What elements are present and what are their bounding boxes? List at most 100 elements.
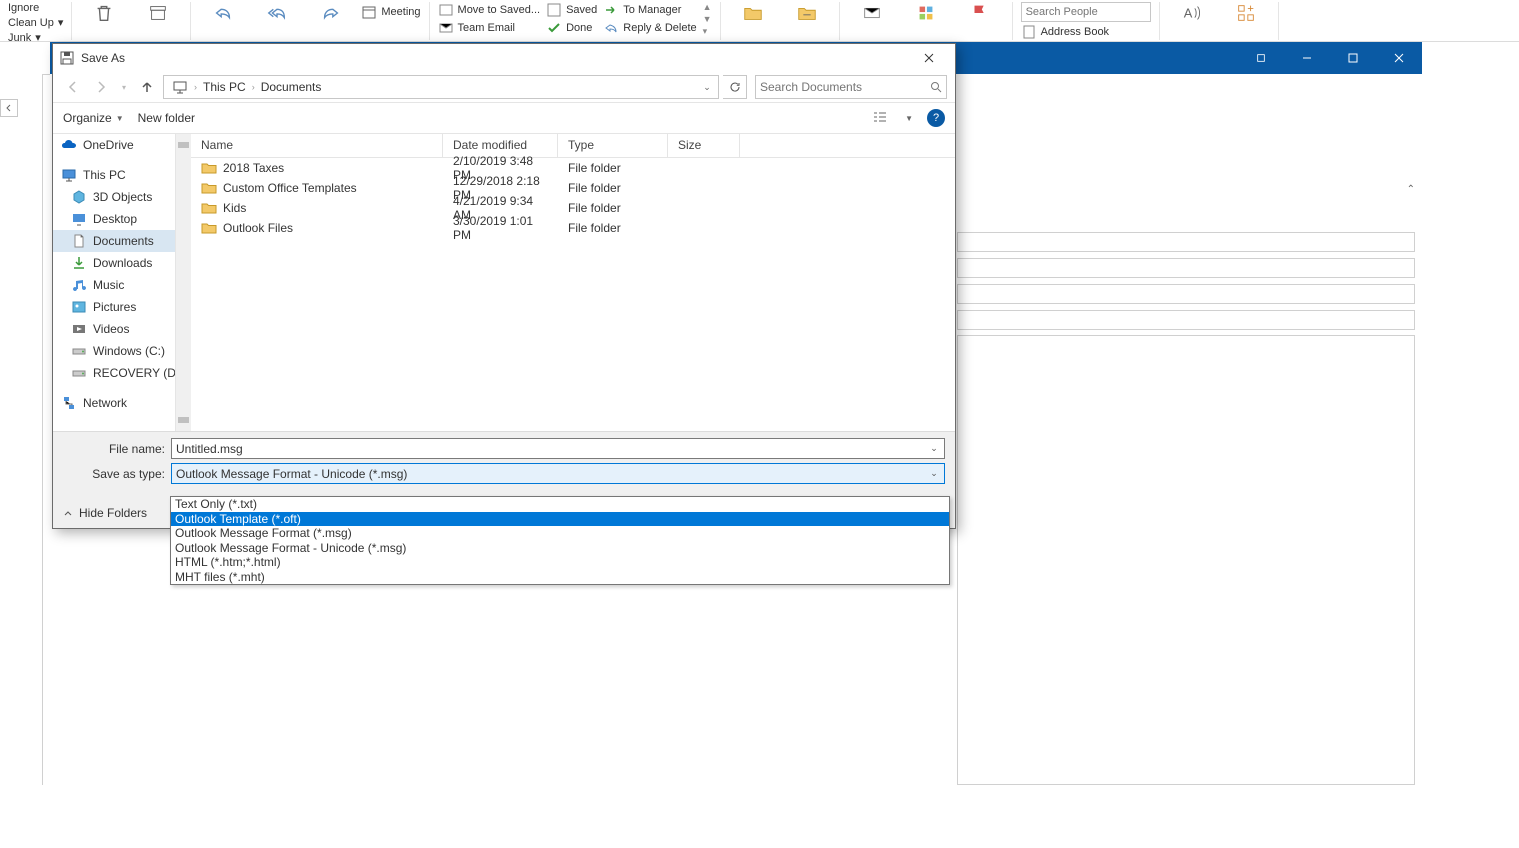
save-type-select[interactable]: Outlook Message Format - Unicode (*.msg)… xyxy=(171,463,945,484)
column-name[interactable]: Name xyxy=(191,134,443,157)
reply-del-icon xyxy=(603,20,619,36)
envelope-icon xyxy=(861,2,883,24)
music-icon xyxy=(71,277,87,293)
compose-bcc-field[interactable] xyxy=(957,284,1415,304)
quick-saved[interactable]: Saved xyxy=(546,2,597,18)
type-option[interactable]: Outlook Message Format (*.msg) xyxy=(171,526,949,541)
compose-subject-field[interactable] xyxy=(957,310,1415,330)
move-big[interactable] xyxy=(729,2,777,24)
breadcrumb[interactable]: › This PC › Documents ⌄ xyxy=(163,75,719,99)
nav-documents[interactable]: Documents xyxy=(53,230,191,252)
addin-big[interactable] xyxy=(1222,2,1270,24)
meeting-button[interactable]: Meeting xyxy=(361,4,420,20)
team-email[interactable]: Team Email xyxy=(438,20,541,36)
collapse-chevron-icon[interactable]: ⌃ xyxy=(1407,184,1415,195)
quick-done[interactable]: Done xyxy=(546,20,597,36)
breadcrumb-documents[interactable]: Documents xyxy=(255,80,328,94)
nav-back-button[interactable] xyxy=(61,75,85,99)
organize-button[interactable]: Organize ▼ xyxy=(63,111,124,125)
save-as-dialog: Save As ▾ › This PC › Documents ⌄ Organi… xyxy=(52,43,956,529)
move-to-saved[interactable]: Move to Saved... xyxy=(438,2,541,18)
breadcrumb-dropdown[interactable]: ⌄ xyxy=(698,82,716,93)
unread-big[interactable] xyxy=(848,2,896,24)
refresh-icon xyxy=(729,81,741,93)
chevron-down-icon: ▾ xyxy=(122,83,126,92)
navpane-scrollbar[interactable] xyxy=(175,134,191,431)
chevron-down-icon[interactable]: ⌄ xyxy=(926,441,942,456)
window-minimize-button[interactable] xyxy=(1284,42,1330,74)
file-name-input[interactable]: Untitled.msg⌄ xyxy=(171,438,945,459)
breadcrumb-this-pc[interactable]: This PC xyxy=(197,80,252,94)
window-close-button[interactable] xyxy=(1376,42,1422,74)
nav-videos[interactable]: Videos xyxy=(53,318,191,340)
type-option[interactable]: HTML (*.htm;*.html) xyxy=(171,555,949,570)
nav-onedrive[interactable]: OneDrive xyxy=(53,134,191,156)
search-people-input[interactable] xyxy=(1021,2,1151,22)
archive-button[interactable] xyxy=(134,2,182,24)
flag-big[interactable] xyxy=(956,2,1004,24)
compose-body-area[interactable] xyxy=(957,335,1415,785)
nav-recovery-d[interactable]: RECOVERY (D:) xyxy=(53,362,191,384)
type-option[interactable]: MHT files (*.mht) xyxy=(171,570,949,585)
nav-this-pc[interactable]: This PC xyxy=(53,164,191,186)
nav-music[interactable]: Music xyxy=(53,274,191,296)
desktop-icon xyxy=(71,211,87,227)
arrow-left-icon xyxy=(66,80,80,94)
help-button[interactable]: ? xyxy=(927,109,945,127)
search-input[interactable] xyxy=(760,80,930,94)
rules-big[interactable] xyxy=(783,2,831,24)
view-dropdown[interactable]: ▼ xyxy=(905,114,913,123)
dialog-close-button[interactable] xyxy=(907,44,951,72)
nav-downloads[interactable]: Downloads xyxy=(53,252,191,274)
type-option[interactable]: Outlook Message Format - Unicode (*.msg) xyxy=(171,541,949,556)
pc-icon xyxy=(172,79,188,95)
reply-all-icon xyxy=(266,2,288,24)
compose-to-field[interactable] xyxy=(957,232,1415,252)
column-type[interactable]: Type xyxy=(558,134,668,157)
table-row[interactable]: 2018 Taxes 2/10/2019 3:48 PM File folder xyxy=(191,158,955,178)
nav-pictures[interactable]: Pictures xyxy=(53,296,191,318)
search-icon xyxy=(930,81,942,93)
ribbon-ignore[interactable]: Ignore xyxy=(8,2,63,14)
search-box[interactable] xyxy=(755,75,947,99)
new-folder-button[interactable]: New folder xyxy=(138,111,195,125)
chevron-down-icon[interactable]: ⌄ xyxy=(926,466,942,481)
type-option[interactable]: Text Only (*.txt) xyxy=(171,497,949,512)
calendar-icon xyxy=(361,4,377,20)
left-panel-toggle[interactable] xyxy=(0,99,18,117)
table-row[interactable]: Custom Office Templates 12/29/2018 2:18 … xyxy=(191,178,955,198)
window-maximize-button[interactable] xyxy=(1330,42,1376,74)
column-size[interactable]: Size xyxy=(668,134,740,157)
address-book[interactable]: Address Book xyxy=(1021,24,1151,40)
categorize-big[interactable] xyxy=(902,2,950,24)
qs-expand-icon[interactable]: ▾ xyxy=(703,26,712,37)
view-mode-button[interactable] xyxy=(869,107,891,129)
network-icon xyxy=(61,395,77,411)
reply-all-button[interactable] xyxy=(253,2,301,24)
reply-button[interactable] xyxy=(199,2,247,24)
forward-button[interactable] xyxy=(307,2,355,24)
nav-windows-c[interactable]: Windows (C:) xyxy=(53,340,191,362)
ribbon-clean-up[interactable]: Clean Up ▾ xyxy=(8,16,63,29)
nav-network[interactable]: Network xyxy=(53,392,191,414)
nav-desktop[interactable]: Desktop xyxy=(53,208,191,230)
refresh-button[interactable] xyxy=(723,75,747,99)
nav-up-button[interactable] xyxy=(135,75,159,99)
reply-icon xyxy=(212,2,234,24)
trash-icon xyxy=(93,2,115,24)
qs-down-icon[interactable]: ▼ xyxy=(703,14,712,24)
qs-up-icon[interactable]: ▲ xyxy=(703,2,712,12)
compose-cc-field[interactable] xyxy=(957,258,1415,278)
type-option[interactable]: Outlook Template (*.oft) xyxy=(171,512,949,527)
nav-3d-objects[interactable]: 3D Objects xyxy=(53,186,191,208)
read-aloud-big[interactable]: A xyxy=(1168,2,1216,24)
reply-and-delete[interactable]: Reply & Delete xyxy=(603,20,696,36)
delete-button[interactable] xyxy=(80,2,128,24)
pc-icon xyxy=(61,167,77,183)
nav-forward-button[interactable] xyxy=(89,75,113,99)
nav-history-button[interactable]: ▾ xyxy=(117,75,131,99)
table-row[interactable]: Kids 4/21/2019 9:34 AM File folder xyxy=(191,198,955,218)
table-row[interactable]: Outlook Files 3/30/2019 1:01 PM File fol… xyxy=(191,218,955,238)
to-manager[interactable]: To Manager xyxy=(603,2,696,18)
window-restore-button[interactable] xyxy=(1238,42,1284,74)
